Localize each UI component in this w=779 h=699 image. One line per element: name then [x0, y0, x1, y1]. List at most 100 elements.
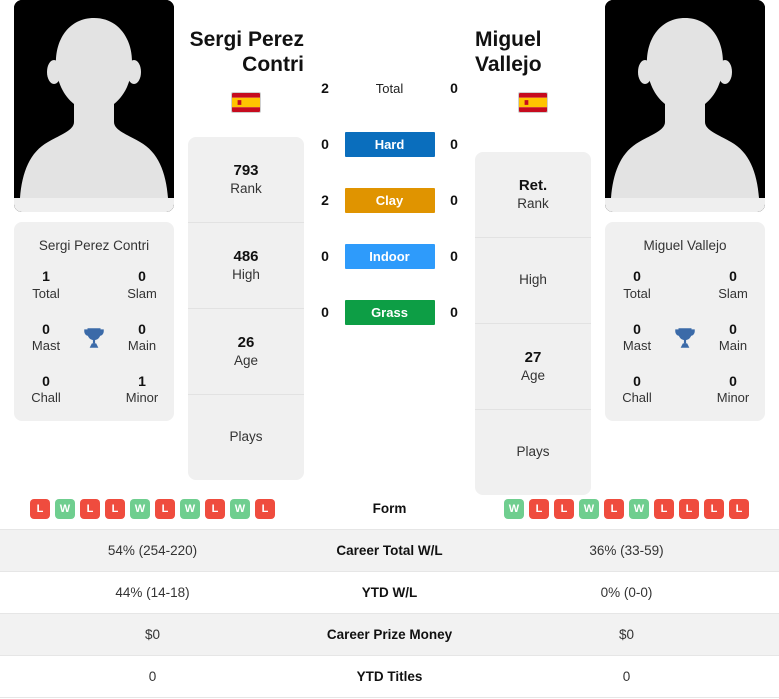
- left-player-column: Sergi Perez Contri 1 Total 0 Slam 0 Mast: [14, 0, 174, 422]
- surface-badge-indoor[interactable]: Indoor: [344, 243, 435, 269]
- left-player-avatar[interactable]: [14, 0, 174, 212]
- form-badge-l[interactable]: L: [255, 498, 275, 519]
- right-value-cell: 0% (0-0): [600, 585, 653, 600]
- left-minor-titles: 1 Minor: [116, 373, 168, 407]
- trophy-icon: [663, 325, 707, 351]
- left-flag-wrap: [188, 91, 304, 113]
- form-badge-w[interactable]: W: [130, 498, 150, 519]
- h2h-row-grass: 0 Grass 0: [312, 284, 467, 340]
- right-plays-row: Plays: [475, 410, 591, 495]
- top-section: Sergi Perez Contri 1 Total 0 Slam 0 Mast: [0, 0, 779, 495]
- left-player-name: Sergi Perez Contri: [38, 238, 150, 253]
- h2h-left-count: 2: [321, 80, 329, 96]
- left-high-label: High: [232, 267, 260, 282]
- form-badge-w[interactable]: W: [504, 498, 524, 519]
- h2h-right-count: 0: [450, 304, 458, 320]
- form-badge-w[interactable]: W: [579, 498, 599, 519]
- row-label: Career Prize Money: [326, 627, 453, 642]
- right-mast-label: Mast: [622, 338, 652, 354]
- form-badge-w[interactable]: W: [629, 498, 649, 519]
- h2h-total-label: Total: [375, 80, 404, 96]
- form-badge-w[interactable]: W: [230, 498, 250, 519]
- left-age-row: 26 Age: [188, 309, 304, 395]
- right-name-line1: Miguel: [475, 28, 542, 51]
- surface-badge-grass[interactable]: Grass: [344, 299, 435, 325]
- left-minor-value: 1: [138, 372, 146, 389]
- right-rank-value: Ret.: [518, 176, 548, 194]
- left-total-value: 1: [42, 268, 50, 285]
- left-chall-label: Chall: [31, 390, 61, 406]
- right-player-avatar[interactable]: [605, 0, 765, 212]
- h2h-left-count: 0: [321, 248, 329, 264]
- player-comparison-page: Sergi Perez Contri 1 Total 0 Slam 0 Mast: [0, 0, 779, 699]
- h2h-left-count: 2: [321, 192, 329, 208]
- h2h-right-count: 0: [450, 80, 458, 96]
- left-slam-label: Slam: [127, 285, 157, 301]
- form-badge-l[interactable]: L: [155, 498, 175, 519]
- left-mast-label: Mast: [31, 338, 61, 354]
- form-badge-l[interactable]: L: [30, 498, 50, 519]
- form-badge-l[interactable]: L: [205, 498, 225, 519]
- left-total-label: Total: [32, 285, 60, 301]
- h2h-row-clay: 2 Clay 0: [312, 172, 467, 228]
- surface-badge-hard[interactable]: Hard: [344, 131, 435, 157]
- form-badge-l[interactable]: L: [704, 498, 724, 519]
- left-age-value: 26: [237, 333, 255, 351]
- right-mast-titles: 0 Mast: [611, 321, 663, 355]
- right-age-row: 27 Age: [475, 324, 591, 410]
- row-label: Form: [372, 501, 407, 516]
- right-rank-label: Rank: [517, 196, 549, 211]
- left-chall-value: 0: [42, 372, 50, 389]
- table-row: 54% (254-220) Career Total W/L 36% (33-59): [0, 530, 779, 572]
- right-slam-label: Slam: [718, 285, 748, 301]
- form-badge-w[interactable]: W: [55, 498, 75, 519]
- form-badge-l[interactable]: L: [604, 498, 624, 519]
- h2h-right-count: 0: [450, 192, 458, 208]
- right-value-cell: 0: [622, 669, 631, 684]
- left-rank-value: 793: [233, 161, 259, 179]
- h2h-left-count: 0: [321, 304, 329, 320]
- left-rank-row: 793 Rank: [188, 137, 304, 223]
- right-player-header: Miguel Vallejo: [475, 0, 591, 113]
- form-badge-l[interactable]: L: [529, 498, 549, 519]
- left-main-value: 0: [138, 320, 146, 337]
- left-value-cell: LWLLWLWLWL: [0, 498, 305, 519]
- left-titles-grid: 1 Total 0 Slam 0 Mast 0 Main 0 Chall 1 M…: [20, 268, 168, 407]
- right-high-label: High: [519, 272, 547, 288]
- form-badge-l[interactable]: L: [729, 498, 749, 519]
- surface-badge-clay[interactable]: Clay: [344, 187, 435, 213]
- h2h-row-indoor: 0 Indoor 0: [312, 228, 467, 284]
- right-minor-titles: 0 Minor: [707, 373, 759, 407]
- table-row: L W L L W L W L W L Form W L L W L W L L L L: [0, 488, 779, 530]
- form-badge-l[interactable]: L: [80, 498, 100, 519]
- right-main-value: 0: [729, 320, 737, 337]
- right-high-row: High: [475, 238, 591, 324]
- h2h-right-count: 0: [450, 248, 458, 264]
- h2h-label-cell: Indoor: [338, 243, 441, 269]
- form-badge-w[interactable]: W: [180, 498, 200, 519]
- left-chall-titles: 0 Chall: [20, 373, 72, 407]
- h2h-label-cell: Clay: [338, 187, 441, 213]
- head-to-head-panel: 2 Total 0 0 Hard 0 2 Clay 0 0 Indoor 0 0 Grass 0: [312, 0, 467, 340]
- left-titles-card: Sergi Perez Contri 1 Total 0 Slam 0 Mast: [14, 222, 174, 422]
- row-label: YTD Titles: [356, 669, 423, 684]
- h2h-left-count: 0: [321, 136, 329, 152]
- right-plays-label: Plays: [516, 444, 550, 460]
- form-badge-l[interactable]: L: [654, 498, 674, 519]
- right-slam-value: 0: [729, 268, 737, 285]
- h2h-row-total: 2 Total 0: [312, 60, 467, 116]
- form-badge-l[interactable]: L: [554, 498, 574, 519]
- comparison-table: L W L L W L W L W L Form W L L W L W L L L L 54% (254-220) Car…: [0, 488, 779, 698]
- spain-flag-icon: [518, 91, 548, 113]
- row-label: Career Total W/L: [336, 543, 443, 558]
- left-mast-value: 0: [42, 320, 50, 337]
- right-chall-value: 0: [633, 372, 641, 389]
- form-badge-l[interactable]: L: [105, 498, 125, 519]
- right-chall-label: Chall: [622, 390, 652, 406]
- form-badge-l[interactable]: L: [679, 498, 699, 519]
- right-flag-wrap: [475, 91, 591, 113]
- left-value-cell: 44% (14-18): [115, 585, 190, 600]
- right-name-rank-column: Miguel Vallejo Ret. Rank High 27 Age Pla…: [475, 0, 591, 495]
- right-chall-titles: 0 Chall: [611, 373, 663, 407]
- right-age-value: 27: [524, 348, 542, 366]
